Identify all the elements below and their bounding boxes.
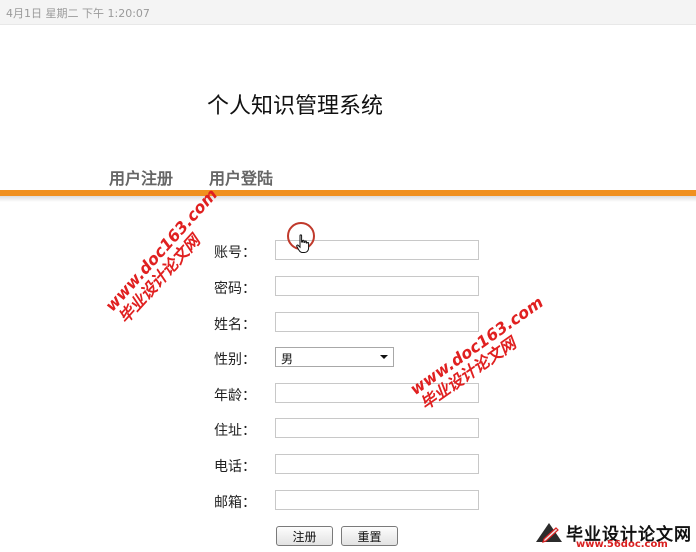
address-input[interactable] — [275, 418, 479, 438]
page-title: 个人知识管理系统 — [207, 94, 384, 119]
email-input[interactable] — [275, 490, 479, 510]
register-button[interactable]: 注册 — [276, 526, 333, 546]
password-label: 密码： — [214, 281, 256, 297]
name-label: 姓名： — [214, 317, 256, 333]
status-bar: 4月1日 星期二 下午 1:20:07 — [0, 0, 696, 25]
password-input[interactable] — [275, 276, 479, 296]
address-label: 住址： — [214, 423, 256, 439]
email-label: 邮箱： — [214, 495, 256, 511]
gender-label: 性别： — [214, 352, 256, 368]
reset-button[interactable]: 重置 — [341, 526, 398, 546]
pencil-logo-icon — [536, 523, 562, 543]
hand-cursor-icon — [296, 234, 310, 253]
header-divider-shadow — [0, 196, 696, 202]
account-label: 账号： — [214, 245, 256, 261]
phone-input[interactable] — [275, 454, 479, 474]
datetime-text: 4月1日 星期二 下午 1:20:07 — [6, 7, 150, 20]
chevron-down-icon — [380, 355, 388, 359]
gender-select[interactable]: 男 — [275, 347, 394, 367]
phone-label: 电话： — [214, 459, 256, 475]
watermark-url: www.doc163.com — [101, 184, 222, 316]
name-input[interactable] — [275, 312, 479, 332]
watermark-site-name: 毕业设计论文网 — [114, 231, 204, 328]
gender-select-value: 男 — [281, 352, 294, 366]
site-logo-url: www.56doc.com — [576, 539, 668, 550]
age-label: 年龄： — [214, 388, 256, 404]
nav-link-login[interactable]: 用户登陆 — [209, 165, 273, 189]
nav-link-register[interactable]: 用户注册 — [109, 165, 173, 189]
